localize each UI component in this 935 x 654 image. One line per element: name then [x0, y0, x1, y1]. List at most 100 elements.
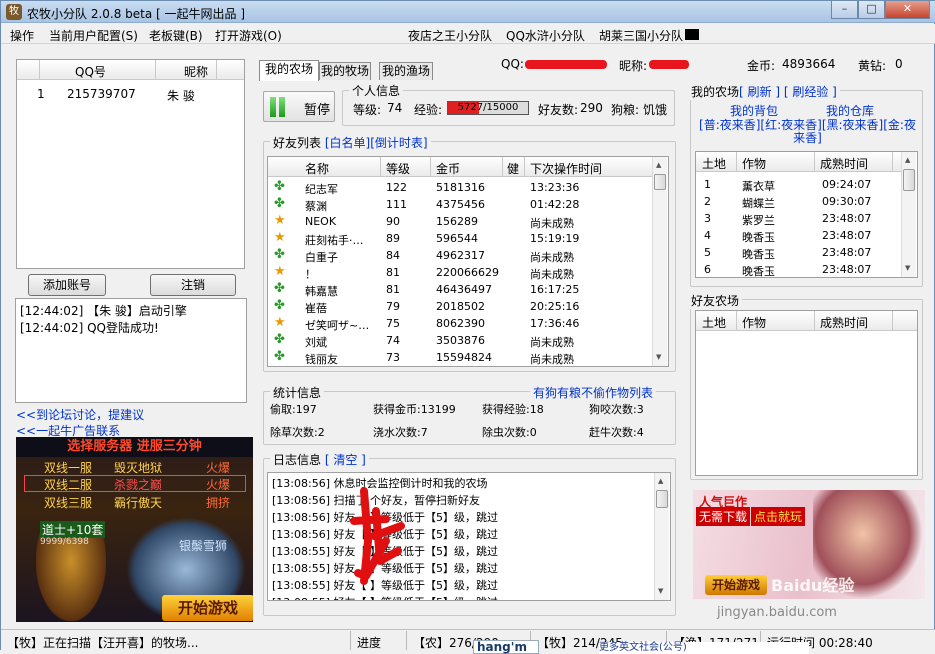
menu-operation[interactable]: 操作 [10, 27, 34, 44]
friend-gold: 596544 [436, 232, 478, 245]
add-account-button[interactable]: 添加账号 [28, 274, 106, 296]
my-bag-link[interactable]: 我的背包 [730, 102, 778, 119]
grind-exp-link[interactable]: [ 刷经验 ] [784, 85, 837, 99]
my-farm-title: 我的农场[ 刷新 ] [ 刷经验 ] [688, 83, 840, 100]
friend-row[interactable]: ✤ 崔蓓 79 2018502 20:25:16 [268, 298, 652, 315]
refresh-link[interactable]: [ 刷新 ] [739, 85, 780, 99]
my-farm-scrollbar[interactable]: ▲ ▼ [901, 152, 916, 277]
farm-plot-row[interactable]: 1 薰衣草 09:24:07 [696, 176, 901, 193]
link-sanguo-team[interactable]: 胡莱三国小分队 [599, 27, 683, 44]
friend-level: 79 [386, 300, 400, 313]
personal-info-group: 个人信息 等级: 74 经验: 5727/15000 好友数: 290 狗粮: … [342, 82, 675, 126]
stat-item: 浇水次数:7 [373, 426, 428, 439]
tab-my-fishery[interactable]: 我的渔场 [379, 62, 433, 80]
clear-log-link[interactable]: [ 清空 ] [325, 453, 366, 467]
friend-level: 122 [386, 181, 407, 194]
engine-console: [12:44:02] 【朱 骏】启动引擎 [12:44:02] QQ登陆成功! [15, 298, 247, 403]
countdown-link[interactable]: [倒计时表] [370, 136, 427, 150]
star-icon: ★ [274, 230, 286, 245]
menu-user-config[interactable]: 当前用户配置(S) [49, 27, 138, 44]
friend-row[interactable]: ✤ 钱丽友 73 15594824 尚未成熟 [268, 349, 652, 366]
friend-name: ！ [305, 268, 316, 281]
friend-name: NEOK [305, 215, 337, 228]
exp-value: 5727/15000 [457, 102, 519, 113]
whitelist-link[interactable]: [白名单] [325, 136, 370, 150]
dog-food-status: 饥饿 [643, 103, 668, 117]
log-line: [13:08:56] 好友【 】等级低于【5】级，跳过 [272, 528, 498, 541]
tab-my-pasture[interactable]: 我的牧场 [319, 62, 371, 80]
start-game-button[interactable]: 开始游戏 [162, 595, 253, 621]
friend-name: 纪志军 [305, 183, 338, 196]
friend-name: 蔡渊 [305, 200, 327, 213]
log-title: 日志信息 [ 清空 ] [270, 451, 369, 468]
friend-level: 74 [386, 334, 400, 347]
game-ad-banner[interactable]: 选择服务器 进服三分钟 双线一服 毁灭地狱 火爆 双线二服 杀戮之巅 火爆 双线… [16, 437, 253, 622]
link-nightclub-team[interactable]: 夜店之王小分队 [408, 27, 492, 44]
right-game-ad[interactable]: 人气巨作 无需下载 点击就玩 开始游戏 Baidu经验 [693, 490, 925, 599]
friend-row[interactable]: ★ 莊刻祐手·… 89 596544 15:19:19 [268, 230, 652, 247]
farm-plot-row[interactable]: 4 晚香玉 23:48:07 [696, 227, 901, 244]
minimize-button[interactable]: – [831, 1, 858, 19]
friend-level: 75 [386, 317, 400, 330]
clover-icon: ✤ [274, 179, 285, 194]
friend-level: 81 [386, 283, 400, 296]
title-bar: 牧 农牧小分队 2.0.8 beta [ 一起牛网出品 ] – □ ✕ [1, 1, 935, 23]
friend-row[interactable]: ✤ 刘斌 74 3503876 尚未成熟 [268, 332, 652, 349]
friend-gold: 46436497 [436, 283, 492, 296]
log-panel: [13:08:56] 休息时会监控倒计时和我的农场 [13:08:56] 扫描了 … [267, 472, 671, 601]
friend-row[interactable]: ★ ゼ笑呵ザ~… 75 8062390 17:36:46 [268, 315, 652, 332]
overlay-popup[interactable]: hang'm [473, 640, 539, 654]
gold-label: 金币: [747, 59, 776, 73]
friend-next-time: 尚未成熟 [530, 251, 574, 264]
farm-plot-row[interactable]: 3 紫罗兰 23:48:07 [696, 210, 901, 227]
night-fragrance-links[interactable]: [普:夜来香][红:夜来香][黑:夜来香][金:夜来香] [694, 119, 921, 145]
friend-list-header: 名称 等级 金币 健 下次操作时间 [268, 157, 652, 177]
stat-item: 获得金币:13199 [373, 403, 456, 416]
friend-name: 韩嘉慧 [305, 285, 338, 298]
stats-group: 统计信息 有狗有粮不偷作物列表 偷取:197 获得金币:13199 获得经验:18 狗… [263, 384, 676, 445]
farm-plot-row[interactable]: 6 晚香玉 23:48:07 [696, 261, 901, 277]
qq-redacted [525, 60, 607, 69]
friend-name: 钱丽友 [305, 353, 338, 366]
friend-row[interactable]: ★ NEOK 90 156289 尚未成熟 [268, 213, 652, 230]
tab-my-farm[interactable]: 我的农场 [259, 60, 319, 81]
log-scrollbar[interactable]: ▲ ▼ [654, 473, 669, 600]
stat-item: 偷取:197 [270, 403, 317, 416]
friend-row[interactable]: ✤ 纪志军 122 5181316 13:23:36 [268, 179, 652, 196]
menu-boss-key[interactable]: 老板键(B) [149, 27, 203, 44]
ad-start-button[interactable]: 开始游戏 [705, 575, 767, 595]
accounts-header: QQ号 昵称 [17, 60, 244, 80]
log-line: [13:08:55] 好友【 】等级低于【5】级，跳过 [272, 562, 498, 575]
friend-gold: 15594824 [436, 351, 492, 364]
link-shuihu-team[interactable]: QQ水浒小分队 [506, 27, 585, 44]
menu-bar: 操作 当前用户配置(S) 老板键(B) 打开游戏(O) 夜店之王小分队 QQ水浒… [1, 24, 935, 44]
dog-food-list-link[interactable]: 有狗有粮不偷作物列表 [530, 384, 657, 401]
friend-row[interactable]: ✤ 白重子 84 4962317 尚未成熟 [268, 247, 652, 264]
friend-list-scrollbar[interactable]: ▲ ▼ [652, 157, 667, 366]
friend-gold: 220066629 [436, 266, 499, 279]
friend-row[interactable]: ✤ 蔡渊 111 4375456 01:42:28 [268, 196, 652, 213]
friend-farm-title: 好友农场 [688, 292, 743, 309]
farm-plot-row[interactable]: 2 蝴蝶兰 09:30:07 [696, 193, 901, 210]
forum-link[interactable]: <<到论坛讨论，提建议 [16, 406, 144, 423]
overlay-popup-text[interactable]: 更多英文社会(公号) [599, 642, 809, 654]
ad-headline: 选择服务器 进服三分钟 [16, 437, 253, 457]
friend-row[interactable]: ✤ 韩嘉慧 81 46436497 16:17:25 [268, 281, 652, 298]
logout-button[interactable]: 注销 [150, 274, 236, 296]
farm-plot-row[interactable]: 5 晚香玉 23:48:07 [696, 244, 901, 261]
accounts-table: QQ号 昵称 1 215739707 朱 骏 [16, 59, 245, 269]
menu-open-game[interactable]: 打开游戏(O) [215, 27, 282, 44]
pause-button[interactable]: 暂停 [263, 91, 335, 122]
friend-name: 白重子 [305, 251, 338, 264]
friend-name: 崔蓓 [305, 302, 327, 315]
friend-gold: 8062390 [436, 317, 485, 330]
close-button[interactable]: ✕ [885, 1, 930, 19]
my-warehouse-link[interactable]: 我的仓库 [826, 102, 874, 119]
console-line: [12:44:02] QQ登陆成功! [20, 321, 159, 335]
friend-next-time: 尚未成熟 [530, 268, 574, 281]
account-row[interactable]: 1 215739707 朱 骏 [17, 85, 244, 103]
friend-level: 90 [386, 215, 400, 228]
friend-row[interactable]: ★ ！ 81 220066629 尚未成熟 [268, 264, 652, 281]
maximize-button[interactable]: □ [858, 1, 885, 19]
my-farm-header: 土地 作物 成熟时间 [696, 152, 901, 172]
